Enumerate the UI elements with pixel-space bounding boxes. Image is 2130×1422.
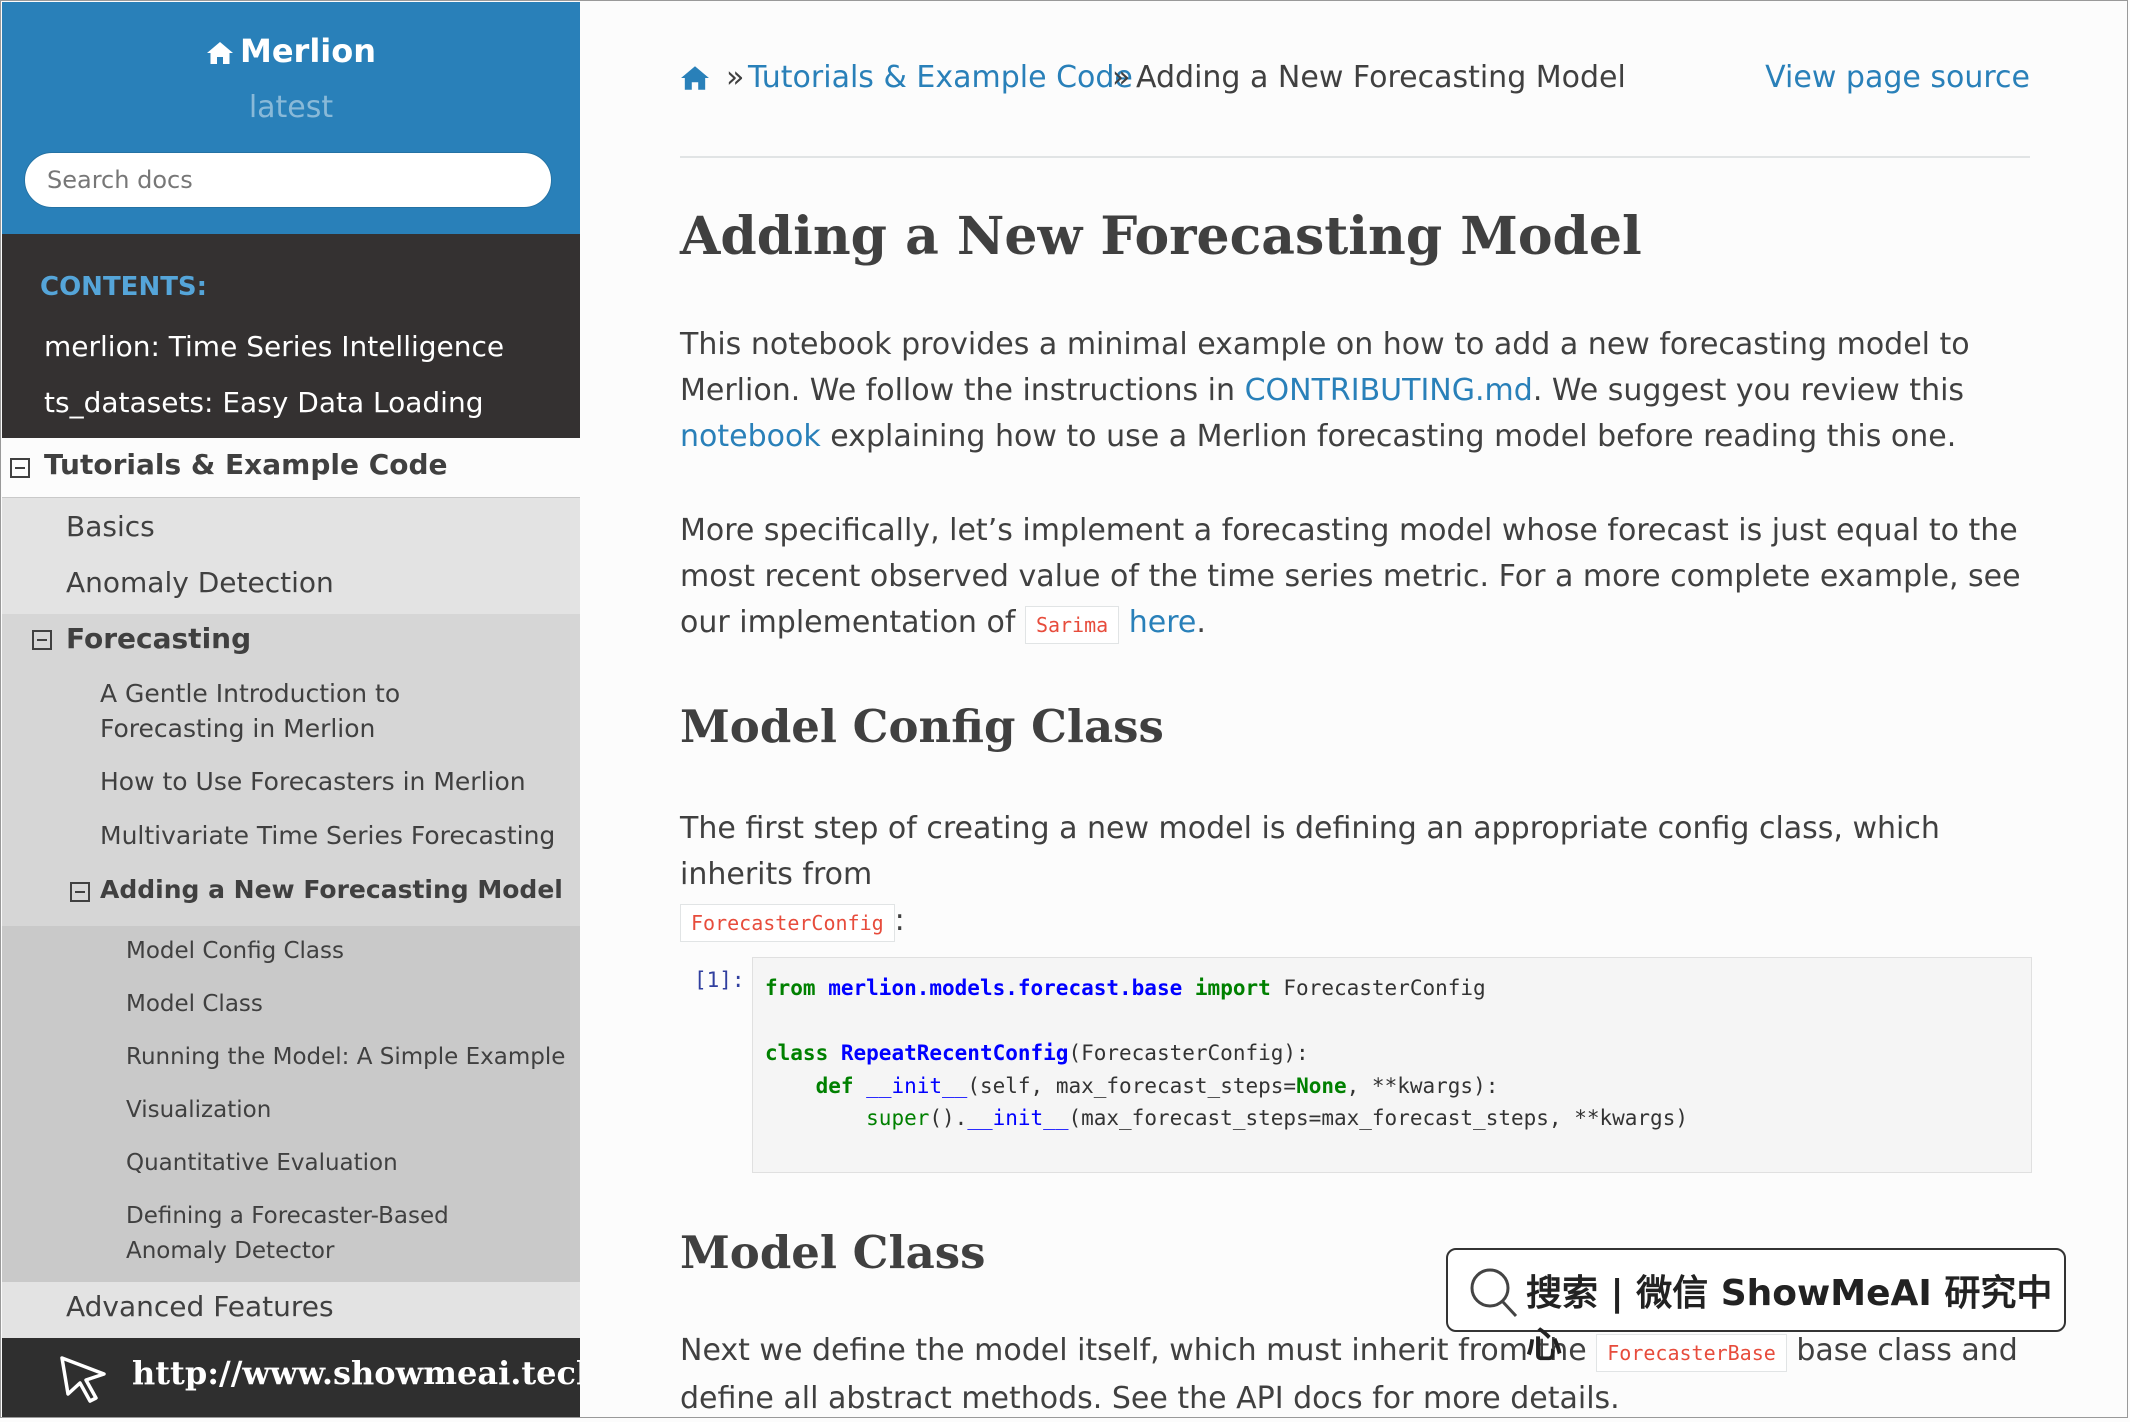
nav-item-basics[interactable]: Basics [66, 510, 155, 543]
nav-item-merlion[interactable]: merlion: Time Series Intelligence [44, 330, 504, 363]
sidebar-header: Merlion latest [2, 2, 580, 234]
divider [680, 156, 2030, 158]
inline-code-sarima: Sarima [1024, 606, 1120, 644]
footer-url[interactable]: http://www.showmeai.tech/ [132, 1354, 580, 1392]
collapse-toggle-icon[interactable] [70, 882, 90, 902]
notebook-link[interactable]: notebook [680, 419, 821, 454]
nav-item-quantitative-eval[interactable]: Quantitative Evaluation [126, 1146, 398, 1181]
code-cell[interactable]: from merlion.models.forecast.base import… [752, 957, 2032, 1173]
breadcrumb-home-icon[interactable] [680, 64, 710, 100]
sidebar: Merlion latest CONTENTS: merlion: Time S… [2, 2, 580, 1418]
nav-item-anomaly-detection[interactable]: Anomaly Detection [66, 566, 334, 599]
breadcrumb-separator: » [726, 60, 745, 95]
watermark-badge: 搜索 | 微信 ShowMeAI 研究中心 [1446, 1248, 2066, 1366]
collapse-toggle-icon[interactable] [32, 630, 52, 650]
breadcrumb-section-link[interactable]: Tutorials & Example Code [748, 60, 1133, 95]
nav-item-anomaly-detector[interactable]: Defining a Forecaster-Based Anomaly Dete… [126, 1199, 546, 1269]
nav-item-forecasting[interactable]: Forecasting [66, 622, 251, 655]
nav-item-gentle-intro[interactable]: A Gentle Introduction to Forecasting in … [100, 676, 540, 746]
nav-item-running-model[interactable]: Running the Model: A Simple Example [126, 1040, 565, 1075]
inline-code-forecasterconfig: ForecasterConfig [680, 904, 895, 942]
contents-caption: CONTENTS: [40, 272, 208, 302]
nav-item-model-config-class[interactable]: Model Config Class [126, 934, 344, 969]
nav-item-ts-datasets[interactable]: ts_datasets: Easy Data Loading [44, 386, 483, 419]
sidebar-footer: http://www.showmeai.tech/ [2, 1338, 580, 1418]
contributing-link[interactable]: CONTRIBUTING.md [1245, 373, 1533, 408]
collapse-toggle-icon[interactable] [10, 458, 30, 478]
nav-item-adding-model[interactable]: Adding a New Forecasting Model [100, 872, 563, 907]
nav-forecasting-group: Forecasting A Gentle Introduction to For… [2, 614, 580, 926]
project-title-link[interactable]: Merlion [2, 32, 580, 74]
watermark-text: 搜索 | 微信 ShowMeAI 研究中心 [1526, 1273, 2053, 1366]
cursor-icon [56, 1352, 112, 1410]
page-title: Adding a New Forecasting Model [680, 206, 1642, 267]
nav-item-how-to-use-forecasters[interactable]: How to Use Forecasters in Merlion [100, 764, 526, 799]
specific-paragraph: More specifically, let’s implement a for… [680, 508, 2030, 648]
view-source-link[interactable]: View page source [1765, 60, 2030, 95]
nav-item-visualization[interactable]: Visualization [126, 1093, 271, 1128]
version-label: latest [248, 90, 334, 125]
project-name: Merlion [239, 32, 377, 70]
nav-item-label: Tutorials & Example Code [44, 448, 448, 481]
breadcrumb-separator: » [1112, 60, 1131, 95]
breadcrumb: » Tutorials & Example Code » Adding a Ne… [680, 60, 2030, 100]
cell-prompt: [1]: [694, 968, 745, 992]
search-icon [1468, 1264, 1520, 1324]
nav-item-model-class[interactable]: Model Class [126, 987, 263, 1022]
nav-l2-group: Basics Anomaly Detection [2, 498, 580, 614]
section-heading-model: Model Class [680, 1226, 986, 1279]
nav-advanced-group: Advanced Features [2, 1282, 580, 1338]
breadcrumb-current: Adding a New Forecasting Model [1136, 60, 1626, 95]
search-input[interactable] [24, 152, 552, 208]
home-icon [206, 36, 234, 74]
config-paragraph: The first step of creating a new model i… [680, 806, 2030, 946]
nav-item-advanced-features[interactable]: Advanced Features [66, 1290, 334, 1323]
intro-paragraph: This notebook provides a minimal example… [680, 327, 1970, 454]
here-link[interactable]: here [1129, 605, 1197, 640]
section-heading-config: Model Config Class [680, 700, 1164, 753]
nav-l4-group: Model Config Class Model Class Running t… [2, 926, 580, 1282]
nav-item-tutorials[interactable]: Tutorials & Example Code [2, 438, 580, 498]
nav-item-multivariate[interactable]: Multivariate Time Series Forecasting [100, 818, 555, 853]
